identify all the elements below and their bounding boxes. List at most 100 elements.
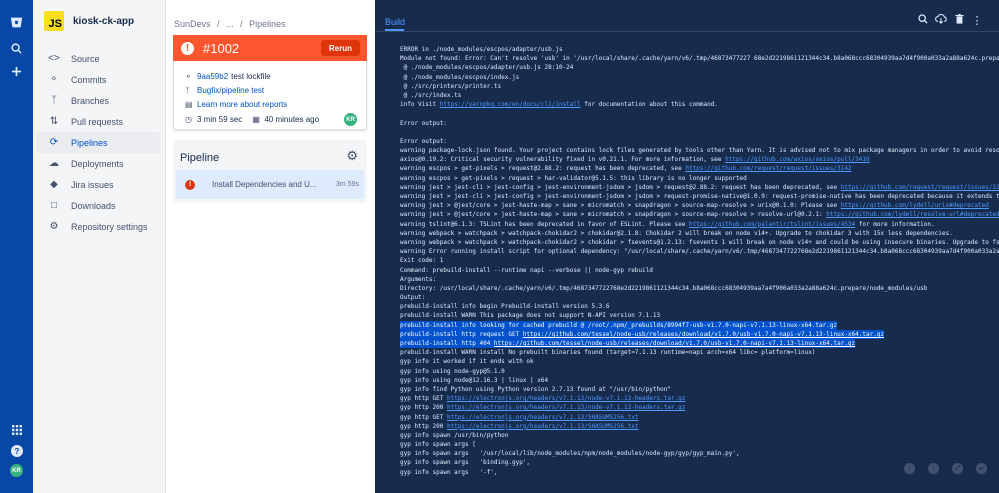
log-line: warning package-lock.json found. Your pr… bbox=[400, 146, 999, 155]
log-link[interactable]: https://github.com/tessel/node-usb/relea… bbox=[523, 331, 884, 338]
gear-icon[interactable]: ⚙ bbox=[346, 148, 358, 164]
log-line: @ ./src/printers/printer.ts bbox=[400, 82, 999, 91]
sidebar-item-downloads[interactable]: □ Downloads bbox=[36, 195, 160, 216]
expand-icon[interactable]: ⤢ bbox=[952, 463, 963, 474]
run-details: ⚬ 9aa59b2 test lockfile ᛉ Bugfix/pipelin… bbox=[173, 61, 367, 130]
sidebar-item-commits[interactable]: ⚬ Commits bbox=[36, 69, 160, 90]
sidebar-item-source[interactable]: <> Source bbox=[36, 48, 160, 69]
log-line-text: @ ./src/index.ts bbox=[400, 91, 999, 100]
sidebar-item-label: Commits bbox=[71, 74, 107, 85]
log-link[interactable]: https://github.com/request/request/issue… bbox=[685, 165, 851, 172]
log-line bbox=[400, 128, 999, 137]
search-icon[interactable] bbox=[0, 38, 33, 58]
sidebar-item-pull-requests[interactable]: ⇅ Pull requests bbox=[36, 111, 160, 132]
wrap-icon[interactable]: ↵ bbox=[976, 463, 987, 474]
tab-build[interactable]: Build bbox=[385, 17, 405, 27]
log-text: gyp info using node-gyp@5.1.0 bbox=[400, 367, 505, 375]
log-link[interactable]: https://github.com/palantir/tslint/issue… bbox=[689, 221, 855, 228]
pipeline-step[interactable]: ! Install Dependencies and U... 3m 59s bbox=[176, 170, 364, 199]
sidebar-item-jira-issues[interactable]: ◆ Jira issues bbox=[36, 174, 160, 195]
log-line-text: gyp http 200 https://electronjs.org/head… bbox=[400, 403, 999, 412]
log-text: for more information. bbox=[855, 220, 935, 228]
log-text: gyp info spawn /usr/bin/python bbox=[400, 431, 509, 439]
log-line: prebuild-install info looking for cached… bbox=[400, 320, 999, 330]
log-line-text: Error output: bbox=[400, 137, 999, 146]
log-link[interactable]: https://yarnpkg.com/en/docs/cli/install bbox=[440, 101, 581, 108]
log-text: Directory: /usr/local/share/.cache/yarn/… bbox=[400, 284, 928, 292]
breadcrumb-current[interactable]: Pipelines bbox=[249, 19, 286, 29]
log-link[interactable]: https://github.com/tessel/node-usb/relea… bbox=[494, 340, 855, 347]
run-duration: 3 min 59 sec bbox=[197, 115, 243, 124]
branch-row: ᛉ Bugfix/pipeline test bbox=[185, 86, 264, 95]
log-line-text: warning jest > jest-cli > jest-config > … bbox=[400, 183, 999, 192]
log-line-text: gyp http GET https://electronjs.org/head… bbox=[400, 413, 999, 422]
log-line: Error output: bbox=[400, 137, 999, 146]
log-line-text: Directory: /usr/local/share/.cache/yarn/… bbox=[400, 284, 999, 293]
log-text: warning jest > jest-cli > jest-config > … bbox=[400, 193, 999, 200]
log-text: warning Error running install script for… bbox=[400, 248, 999, 256]
log-link[interactable]: https://electronjs.org/headers/v7.1.13/S… bbox=[447, 414, 638, 421]
breadcrumb-workspace[interactable]: SunDevs bbox=[174, 19, 211, 29]
commit-icon: ⚬ bbox=[185, 72, 192, 81]
scroll-up-icon[interactable]: ↑ bbox=[928, 463, 939, 474]
trash-icon[interactable] bbox=[950, 14, 968, 27]
log-link[interactable]: https://electronjs.org/headers/v7.1.13/S… bbox=[447, 423, 638, 430]
jira-icon: ◆ bbox=[50, 179, 58, 190]
log-link[interactable]: https://electronjs.org/headers/v7.1.13/n… bbox=[447, 404, 685, 411]
log-text: warning jest > @jest/core > jest-haste-m… bbox=[400, 202, 841, 210]
log-link[interactable]: https://github.com/axios/axios/pull/3410 bbox=[725, 156, 870, 163]
log-line: warning tslint@6.1.3: TSLint has been de… bbox=[400, 220, 999, 229]
sidebar-item-deployments[interactable]: ☁ Deployments bbox=[36, 153, 160, 174]
log-text: Arguments: bbox=[400, 275, 437, 283]
branch-link[interactable]: Bugfix/pipeline test bbox=[197, 86, 264, 95]
rerun-button[interactable]: Rerun bbox=[320, 40, 360, 56]
log-line-text: prebuild-install WARN This package does … bbox=[400, 311, 999, 320]
sidebar-item-repository-settings[interactable]: ⚙ Repository settings bbox=[36, 216, 160, 237]
more-icon[interactable]: ⋮ bbox=[968, 14, 986, 27]
log-line-text: warning Error running install script for… bbox=[400, 247, 999, 256]
log-text: prebuild-install http 404 bbox=[400, 340, 494, 347]
project-header[interactable]: JS kiosk-ck-app bbox=[44, 11, 134, 31]
log-link[interactable]: https://github.com/request/request/issue… bbox=[841, 184, 999, 191]
log-line: gyp info spawn /usr/bin/python bbox=[400, 431, 999, 440]
log-text: info Visit bbox=[400, 101, 440, 109]
log-line: prebuild-install WARN install No prebuil… bbox=[400, 348, 999, 357]
scroll-down-icon[interactable]: ↓ bbox=[904, 463, 915, 474]
sidebar-item-branches[interactable]: ᛉ Branches bbox=[36, 90, 160, 111]
log-link[interactable]: https://github.com/lydell/resolve-url#de… bbox=[826, 211, 999, 218]
commit-hash-link[interactable]: 9aa59b2 bbox=[197, 72, 228, 81]
log-line-text: info Visit https://yarnpkg.com/en/docs/c… bbox=[400, 100, 999, 109]
log-text: gyp info spawn args 'binding.gyp', bbox=[400, 459, 531, 467]
log-link[interactable]: https://electronjs.org/headers/v7.1.13/n… bbox=[447, 395, 685, 402]
log-text: warning escpos > get-pixels > request@2.… bbox=[400, 165, 686, 173]
bitbucket-logo-icon[interactable] bbox=[0, 12, 33, 32]
log-line: prebuild-install WARN This package does … bbox=[400, 311, 999, 320]
svg-text:?: ? bbox=[14, 447, 19, 456]
log-line: Output: bbox=[400, 293, 999, 302]
log-text: gyp info spawn args [ bbox=[400, 441, 476, 449]
create-icon[interactable] bbox=[0, 61, 33, 81]
pull-request-icon: ⇅ bbox=[49, 116, 59, 127]
log-line: info Visit https://yarnpkg.com/en/docs/c… bbox=[400, 100, 999, 109]
breadcrumb-ellipsis[interactable]: ... bbox=[226, 19, 234, 29]
log-line-text: prebuild-install info looking for cached… bbox=[400, 320, 838, 330]
log-line-text: Exit code: 1 bbox=[400, 256, 999, 265]
log-text: gyp info using node@12.16.3 | linux | x6… bbox=[400, 376, 549, 384]
download-icon[interactable] bbox=[932, 13, 950, 27]
apps-icon[interactable] bbox=[0, 420, 33, 440]
avatar[interactable]: KR bbox=[10, 464, 23, 477]
log-line-text: Output: bbox=[400, 293, 999, 302]
help-icon[interactable]: ? bbox=[0, 441, 33, 461]
sidebar-item-pipelines[interactable]: ⟳ Pipelines bbox=[36, 132, 160, 153]
author-avatar[interactable]: KR bbox=[344, 113, 357, 126]
report-icon: ▤ bbox=[185, 100, 193, 109]
log-text: gyp info spawn args '-f', bbox=[400, 468, 498, 476]
log-line-text: axios@0.19.2: Critical security vulnerab… bbox=[400, 155, 999, 164]
search-icon[interactable] bbox=[914, 14, 932, 27]
log-text: axios@0.19.2: Critical security vulnerab… bbox=[400, 156, 726, 164]
log-text: Output: bbox=[400, 294, 426, 302]
log-link[interactable]: https://github.com/lydell/urix#deprecate… bbox=[841, 202, 989, 209]
log-line: axios@0.19.2: Critical security vulnerab… bbox=[400, 155, 999, 164]
reports-link[interactable]: Learn more about reports bbox=[197, 100, 287, 109]
log-line-text: Command: prebuild-install --runtime napi… bbox=[400, 266, 999, 275]
